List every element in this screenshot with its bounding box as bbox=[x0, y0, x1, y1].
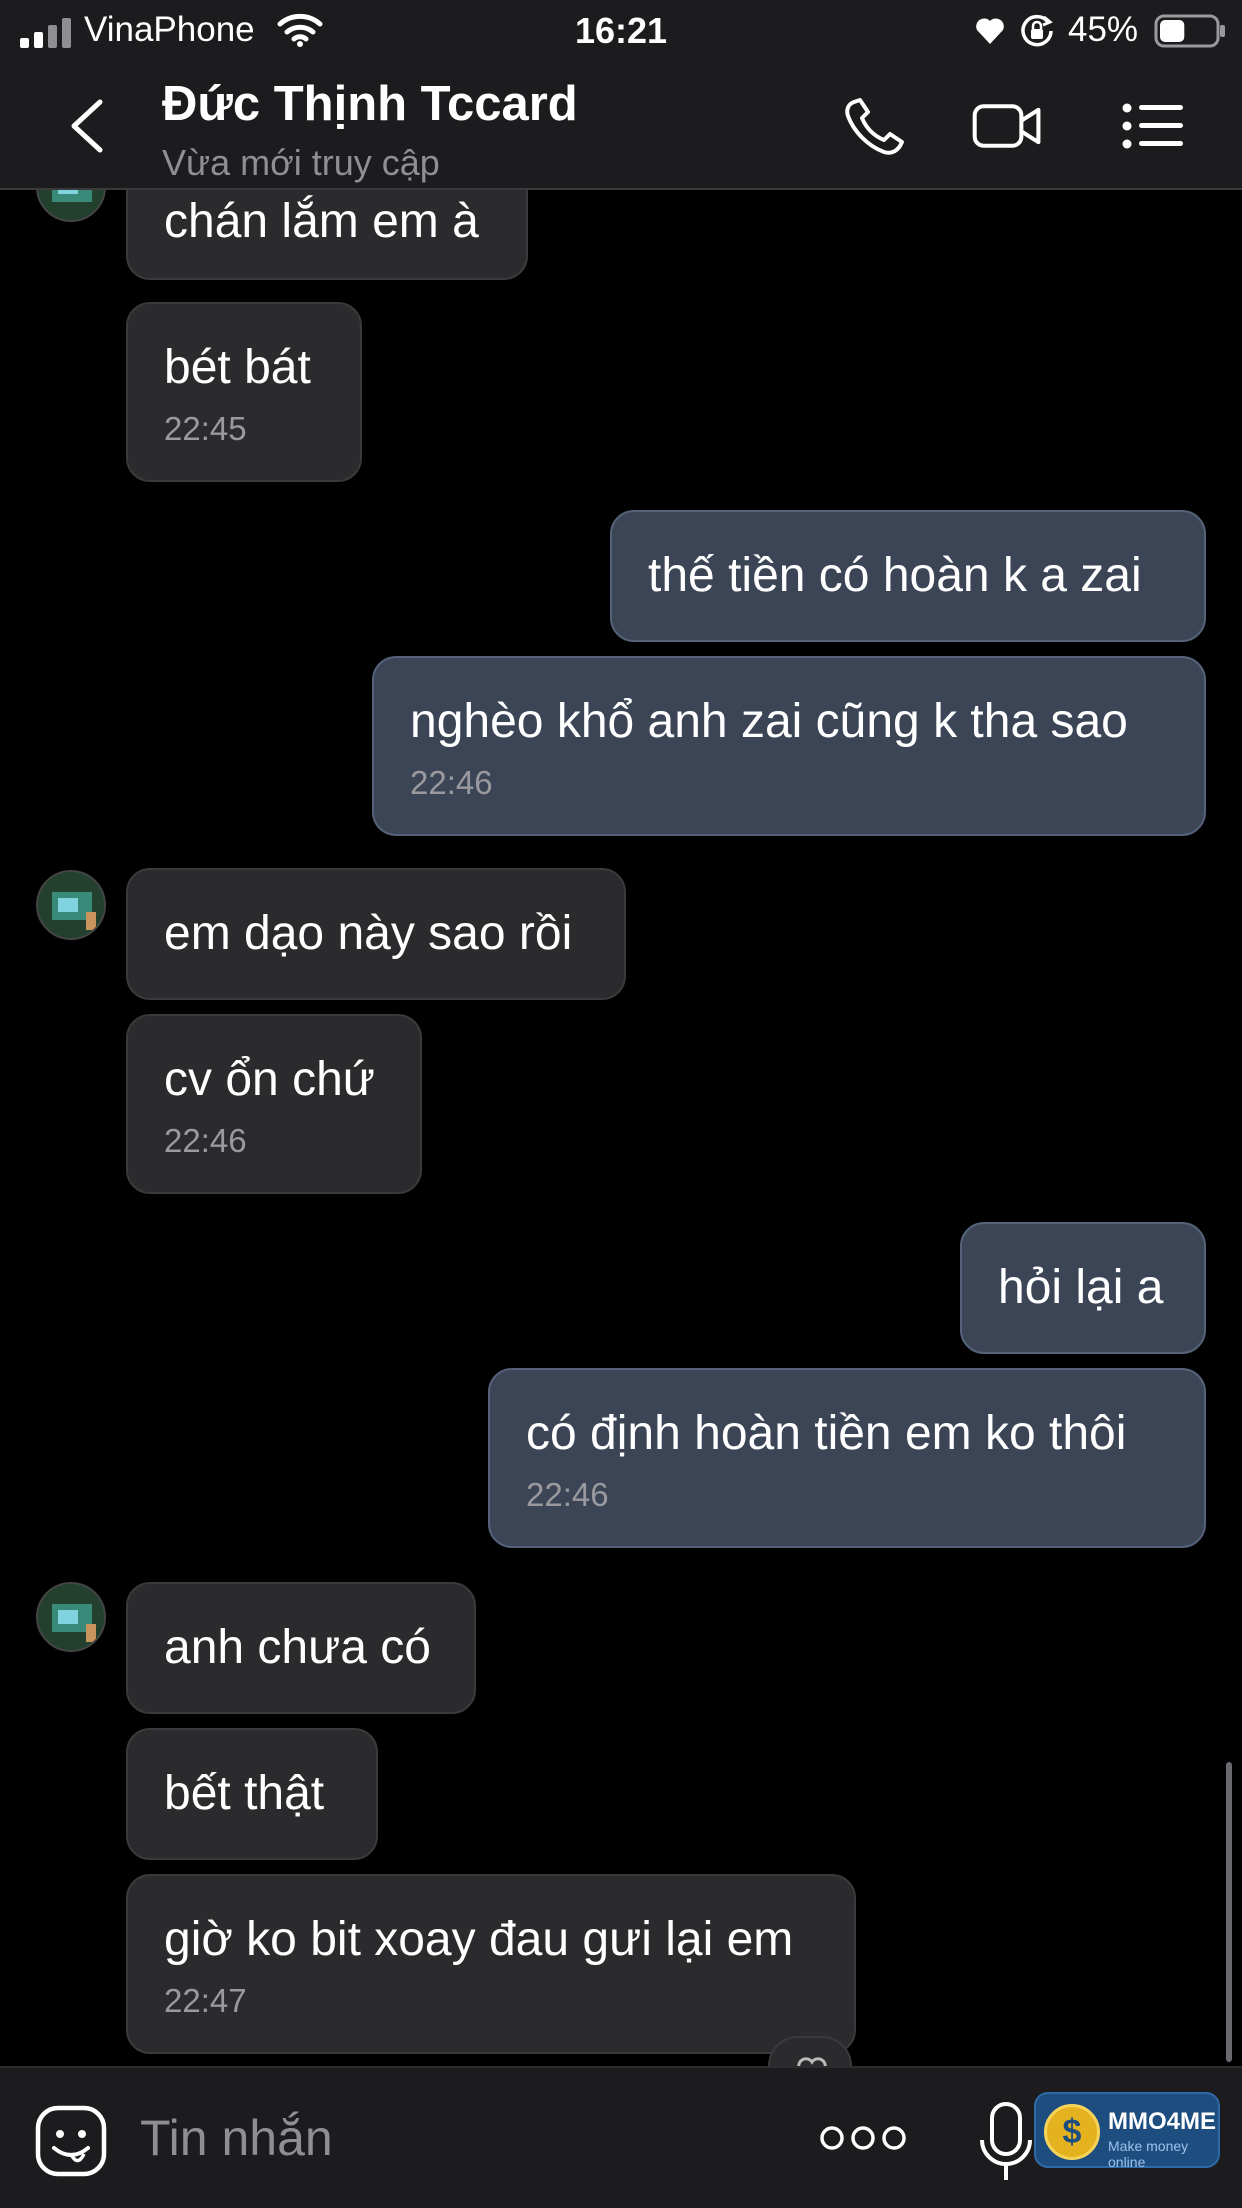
coin-logo-icon: $ bbox=[1044, 2104, 1100, 2160]
scrollbar[interactable] bbox=[1226, 1762, 1232, 2062]
contact-name[interactable]: Đức Thịnh Tccard bbox=[162, 76, 578, 132]
message-bubble-incoming[interactable]: bết thật bbox=[126, 1728, 378, 1860]
message-time: 22:46 bbox=[164, 1122, 247, 1159]
chat-header: Đức Thịnh Tccard Vừa mới truy cập bbox=[0, 62, 1242, 190]
message-time: 22:45 bbox=[164, 410, 247, 447]
avatar[interactable] bbox=[36, 190, 106, 222]
battery-percent: 45% bbox=[1068, 10, 1139, 49]
message-bubble-incoming[interactable]: em dạo này sao rồi bbox=[126, 868, 626, 1000]
message-time: 22:47 bbox=[164, 1982, 247, 2019]
message-bubble-incoming[interactable]: cv ổn chứ 22:46 bbox=[126, 1014, 422, 1194]
message-time: 22:46 bbox=[410, 764, 493, 801]
video-call-icon[interactable] bbox=[972, 96, 1042, 156]
message-list[interactable]: chán lắm em à bét bát 22:45 thế tiền có … bbox=[0, 190, 1242, 2066]
avatar[interactable] bbox=[36, 1582, 106, 1652]
battery-icon bbox=[1154, 14, 1225, 48]
message-text: cv ổn chứ bbox=[164, 1053, 375, 1106]
message-text: giờ ko bit xoay đau gưi lại em bbox=[164, 1913, 794, 1966]
menu-icon[interactable] bbox=[1118, 96, 1188, 156]
emoji-icon[interactable] bbox=[34, 2104, 108, 2178]
message-text: có định hoàn tiền em ko thôi bbox=[526, 1407, 1127, 1460]
message-bubble-outgoing[interactable]: có định hoàn tiền em ko thôi 22:46 bbox=[488, 1368, 1206, 1548]
input-bar: $ MMO4ME Make money online bbox=[0, 2066, 1242, 2208]
phone-icon[interactable] bbox=[840, 96, 910, 156]
watermark-brand: MMO4ME bbox=[1108, 2108, 1216, 2135]
more-icon[interactable] bbox=[818, 2120, 908, 2156]
message-bubble-incoming[interactable]: anh chưa có bbox=[126, 1582, 476, 1714]
message-text: bết thật bbox=[164, 1767, 325, 1820]
reaction-button[interactable] bbox=[768, 2036, 852, 2066]
message-bubble-outgoing[interactable]: thế tiền có hoàn k a zai bbox=[610, 510, 1206, 642]
message-text: hỏi lại a bbox=[998, 1261, 1164, 1314]
message-text: thế tiền có hoàn k a zai bbox=[648, 549, 1142, 602]
message-bubble-outgoing[interactable]: nghèo khổ anh zai cũng k tha sao 22:46 bbox=[372, 656, 1206, 836]
message-bubble-incoming[interactable]: chán lắm em à bbox=[126, 190, 528, 280]
avatar[interactable] bbox=[36, 870, 106, 940]
heart-outline-icon bbox=[797, 2057, 827, 2066]
mmo4me-watermark-logo: $ MMO4ME Make money online bbox=[1034, 2092, 1220, 2170]
message-text: em dạo này sao rồi bbox=[164, 907, 573, 960]
heart-icon bbox=[976, 18, 1004, 44]
message-text: nghèo khổ anh zai cũng k tha sao bbox=[410, 695, 1128, 748]
message-bubble-incoming[interactable]: giờ ko bit xoay đau gưi lại em 22:47 bbox=[126, 1874, 856, 2054]
clock-time: 16:21 bbox=[574, 10, 668, 51]
back-icon[interactable] bbox=[60, 96, 116, 156]
microphone-icon[interactable] bbox=[976, 2100, 1036, 2184]
contact-status: Vừa mới truy cập bbox=[162, 142, 440, 183]
status-bar: VinaPhone 16:21 45% bbox=[0, 0, 1242, 62]
message-bubble-incoming[interactable]: bét bát 22:45 bbox=[126, 302, 362, 482]
message-time: 22:46 bbox=[526, 1476, 609, 1513]
message-text: bét bát bbox=[164, 341, 311, 394]
message-text: anh chưa có bbox=[164, 1621, 431, 1674]
message-bubble-outgoing[interactable]: hỏi lại a bbox=[960, 1222, 1206, 1354]
rotation-lock-icon bbox=[1021, 14, 1053, 47]
watermark-tagline: Make money online bbox=[1108, 2138, 1189, 2170]
message-input[interactable] bbox=[140, 2098, 780, 2178]
message-text: chán lắm em à bbox=[164, 195, 479, 248]
